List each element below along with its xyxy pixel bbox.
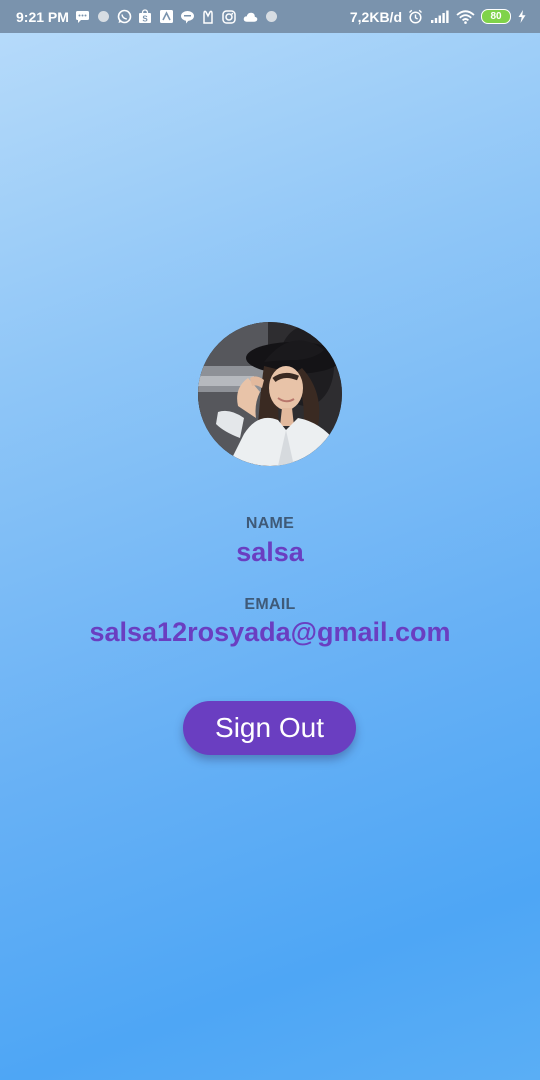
status-bar: 9:21 PM S 7,2KB/d 80: [0, 0, 540, 33]
cloud-icon: [243, 9, 258, 24]
wifi-icon: [455, 9, 475, 24]
status-time: 9:21 PM: [16, 8, 69, 25]
app-icon: [159, 9, 174, 24]
svg-text:S: S: [143, 15, 149, 24]
profile-photo: [198, 322, 342, 466]
whatsapp-icon: [117, 9, 132, 24]
dot-icon-2: [264, 9, 279, 24]
status-right: 7,2KB/d 80: [350, 9, 526, 25]
charging-icon: [517, 9, 526, 24]
email-label: EMAIL: [244, 596, 296, 613]
battery-level: 80: [490, 11, 502, 22]
signal-icon: [429, 9, 449, 24]
message-icon: [75, 9, 90, 24]
line-icon: [180, 9, 195, 24]
app-icon-2: [201, 9, 216, 24]
network-speed: 7,2KB/d: [349, 8, 402, 25]
shopee-icon: S: [138, 9, 153, 24]
profile-avatar: [198, 322, 342, 466]
dot-icon: [96, 9, 111, 24]
name-value: salsa: [236, 537, 304, 567]
status-left: 9:21 PM S: [16, 9, 279, 25]
instagram-icon: [222, 9, 237, 24]
alarm-icon: [408, 9, 423, 24]
battery-icon: 80: [481, 9, 511, 24]
sign-out-button[interactable]: Sign Out: [183, 701, 356, 755]
name-label: NAME: [245, 515, 295, 532]
email-value: salsa12rosyada@gmail.com: [89, 617, 451, 647]
